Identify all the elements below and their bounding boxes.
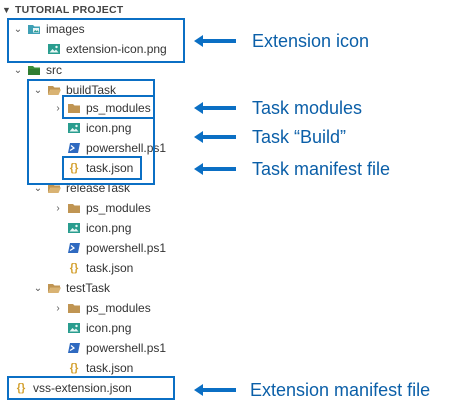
arrow-left-icon <box>192 383 238 397</box>
chevron-right-icon: › <box>56 102 60 114</box>
tree-file-icon-png[interactable]: icon.png <box>52 318 131 338</box>
image-file-icon <box>67 121 81 135</box>
tree-item-label: powershell.ps1 <box>86 241 167 255</box>
callout-task-build: Task “Build” <box>252 127 347 147</box>
tree-item-label: ps_modules <box>86 301 151 315</box>
tree-item-label: task.json <box>86 261 134 275</box>
tree-folder-ps-modules[interactable]: › ps_modules <box>52 198 151 218</box>
tree-file-task-json[interactable]: {} task.json <box>52 258 134 278</box>
tree-folder-images[interactable]: ⌄ images <box>12 19 85 39</box>
chevron-down-icon: ⌄ <box>13 23 23 35</box>
arrow-left-icon <box>192 162 238 176</box>
tree-item-label: releaseTask <box>66 181 131 195</box>
tree-folder-src[interactable]: ⌄ src <box>12 60 62 80</box>
explorer-section-header[interactable]: ▼ TUTORIAL PROJECT <box>2 2 123 18</box>
tree-file-task-json[interactable]: {} task.json <box>52 158 134 178</box>
tree-file-vss-extension[interactable]: {} vss-extension.json <box>14 378 132 398</box>
chevron-down-icon: ⌄ <box>33 282 43 294</box>
folder-open-icon <box>47 83 61 97</box>
tree-item-label: src <box>46 63 62 77</box>
tree-file-powershell[interactable]: powershell.ps1 <box>52 338 166 358</box>
tree-file-extension-icon[interactable]: extension-icon.png <box>32 39 167 59</box>
tree-item-label: vss-extension.json <box>33 381 132 395</box>
tree-file-powershell[interactable]: powershell.ps1 <box>52 238 166 258</box>
tree-item-label: extension-icon.png <box>66 42 167 56</box>
project-title: TUTORIAL PROJECT <box>15 4 124 16</box>
folder-icon <box>67 301 81 315</box>
callout-task-modules: Task modules <box>252 98 363 118</box>
callout-extension-manifest: Extension manifest file <box>250 380 431 400</box>
tree-file-powershell[interactable]: powershell.ps1 <box>52 138 166 158</box>
tree-file-icon-png[interactable]: icon.png <box>52 118 131 138</box>
arrow-left-icon <box>192 101 238 115</box>
image-file-icon <box>67 321 81 335</box>
tree-item-label: icon.png <box>86 321 132 335</box>
tree-item-label: icon.png <box>86 121 132 135</box>
tree-item-label: task.json <box>86 161 134 175</box>
tree-item-label: ps_modules <box>86 201 151 215</box>
folder-open-icon <box>47 281 61 295</box>
powershell-icon <box>67 141 81 155</box>
folder-icon <box>67 101 81 115</box>
tree-folder-releasetask[interactable]: ⌄ releaseTask <box>32 178 130 198</box>
tree-file-icon-png[interactable]: icon.png <box>52 218 131 238</box>
json-icon: {} <box>69 162 79 174</box>
chevron-down-icon: ▼ <box>2 5 12 15</box>
chevron-right-icon: › <box>56 202 60 214</box>
powershell-icon <box>67 241 81 255</box>
image-file-icon <box>47 42 61 56</box>
callout-extension-icon: Extension icon <box>252 31 370 51</box>
folder-icon <box>67 201 81 215</box>
callout-task-manifest: Task manifest file <box>252 159 391 179</box>
tree-file-task-json[interactable]: {} task.json <box>52 358 134 378</box>
tree-item-label: ps_modules <box>86 101 151 115</box>
json-icon: {} <box>69 362 79 374</box>
tree-item-label: images <box>46 22 85 36</box>
powershell-icon <box>67 341 81 355</box>
arrow-left-icon <box>192 34 238 48</box>
chevron-down-icon: ⌄ <box>33 182 43 194</box>
tree-folder-buildtask[interactable]: ⌄ buildTask <box>32 80 116 100</box>
tree-folder-testtask[interactable]: ⌄ testTask <box>32 278 110 298</box>
tree-item-label: task.json <box>86 361 134 375</box>
tree-item-label: powershell.ps1 <box>86 341 167 355</box>
image-file-icon <box>67 221 81 235</box>
explorer-tree: ▼ TUTORIAL PROJECT ⌄ images extension-ic… <box>0 0 190 414</box>
folder-images-icon <box>27 22 41 36</box>
tree-item-label: icon.png <box>86 221 132 235</box>
chevron-down-icon: ⌄ <box>33 84 43 96</box>
chevron-down-icon: ⌄ <box>13 64 23 76</box>
folder-src-icon <box>27 63 41 77</box>
tree-item-label: powershell.ps1 <box>86 141 167 155</box>
tree-item-label: testTask <box>66 281 111 295</box>
tree-folder-ps-modules[interactable]: › ps_modules <box>52 298 151 318</box>
json-icon: {} <box>69 262 79 274</box>
chevron-right-icon: › <box>56 302 60 314</box>
json-icon: {} <box>16 382 26 394</box>
arrow-left-icon <box>192 130 238 144</box>
folder-open-icon <box>47 181 61 195</box>
tree-item-label: buildTask <box>66 83 117 97</box>
tree-folder-ps-modules[interactable]: › ps_modules <box>52 98 151 118</box>
